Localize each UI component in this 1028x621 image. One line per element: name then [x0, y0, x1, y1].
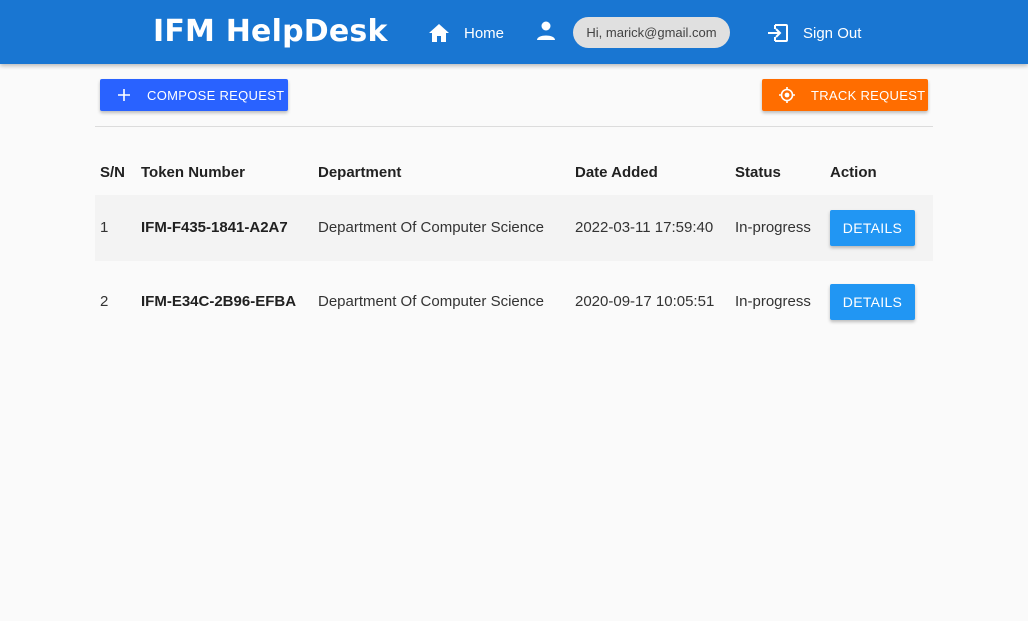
table-row: 2 IFM-E34C-2B96-EFBA Department Of Compu…	[95, 269, 933, 335]
row-date-added: 2020-09-17 10:05:51	[575, 293, 715, 310]
header-status: Status	[735, 164, 781, 181]
compose-request-label: COMPOSE REQUEST	[147, 87, 285, 103]
row-token: IFM-E34C-2B96-EFBA	[141, 293, 297, 310]
plus-icon	[118, 89, 130, 101]
row-sn: 2	[100, 293, 109, 310]
header-date-added: Date Added	[575, 164, 658, 181]
row-department: Department Of Computer Science	[318, 293, 544, 310]
details-button[interactable]: DETAILS	[830, 284, 915, 320]
header-sn: S/N	[100, 164, 126, 181]
row-status: In-progress	[735, 219, 811, 236]
track-request-button[interactable]: TRACK REQUEST	[762, 79, 928, 111]
header-action: Action	[830, 164, 877, 181]
header-token-number: Token Number	[141, 164, 245, 181]
requests-table: S/N Token Number Department Date Added S…	[95, 150, 933, 335]
row-status: In-progress	[735, 293, 811, 310]
nav-sign-out[interactable]: Sign Out	[767, 20, 861, 46]
exit-icon	[767, 23, 789, 43]
nav-home[interactable]: Home	[428, 20, 504, 46]
row-token: IFM-F435-1841-A2A7	[141, 219, 288, 236]
divider	[95, 126, 933, 127]
details-button[interactable]: DETAILS	[830, 210, 915, 246]
brand-title[interactable]: IFM HelpDesk	[153, 14, 388, 49]
table-header-row: S/N Token Number Department Date Added S…	[95, 150, 933, 195]
table-row: 1 IFM-F435-1841-A2A7 Department Of Compu…	[95, 195, 933, 261]
compose-request-button[interactable]: COMPOSE REQUEST	[100, 79, 288, 111]
app-bar: IFM HelpDesk Home Hi, marick@gmail.com S…	[0, 0, 1028, 64]
gps-target-icon	[779, 87, 795, 103]
row-sn: 1	[100, 219, 109, 236]
nav-sign-out-label: Sign Out	[803, 24, 862, 42]
nav-home-label: Home	[464, 24, 505, 42]
track-request-label: TRACK REQUEST	[811, 87, 926, 103]
row-department: Department Of Computer Science	[318, 219, 544, 236]
row-date-added: 2022-03-11 17:59:40	[575, 219, 714, 236]
person-icon	[537, 21, 555, 41]
home-icon	[428, 23, 450, 43]
header-department: Department	[318, 164, 402, 181]
user-greeting-chip[interactable]: Hi, marick@gmail.com	[573, 17, 730, 48]
